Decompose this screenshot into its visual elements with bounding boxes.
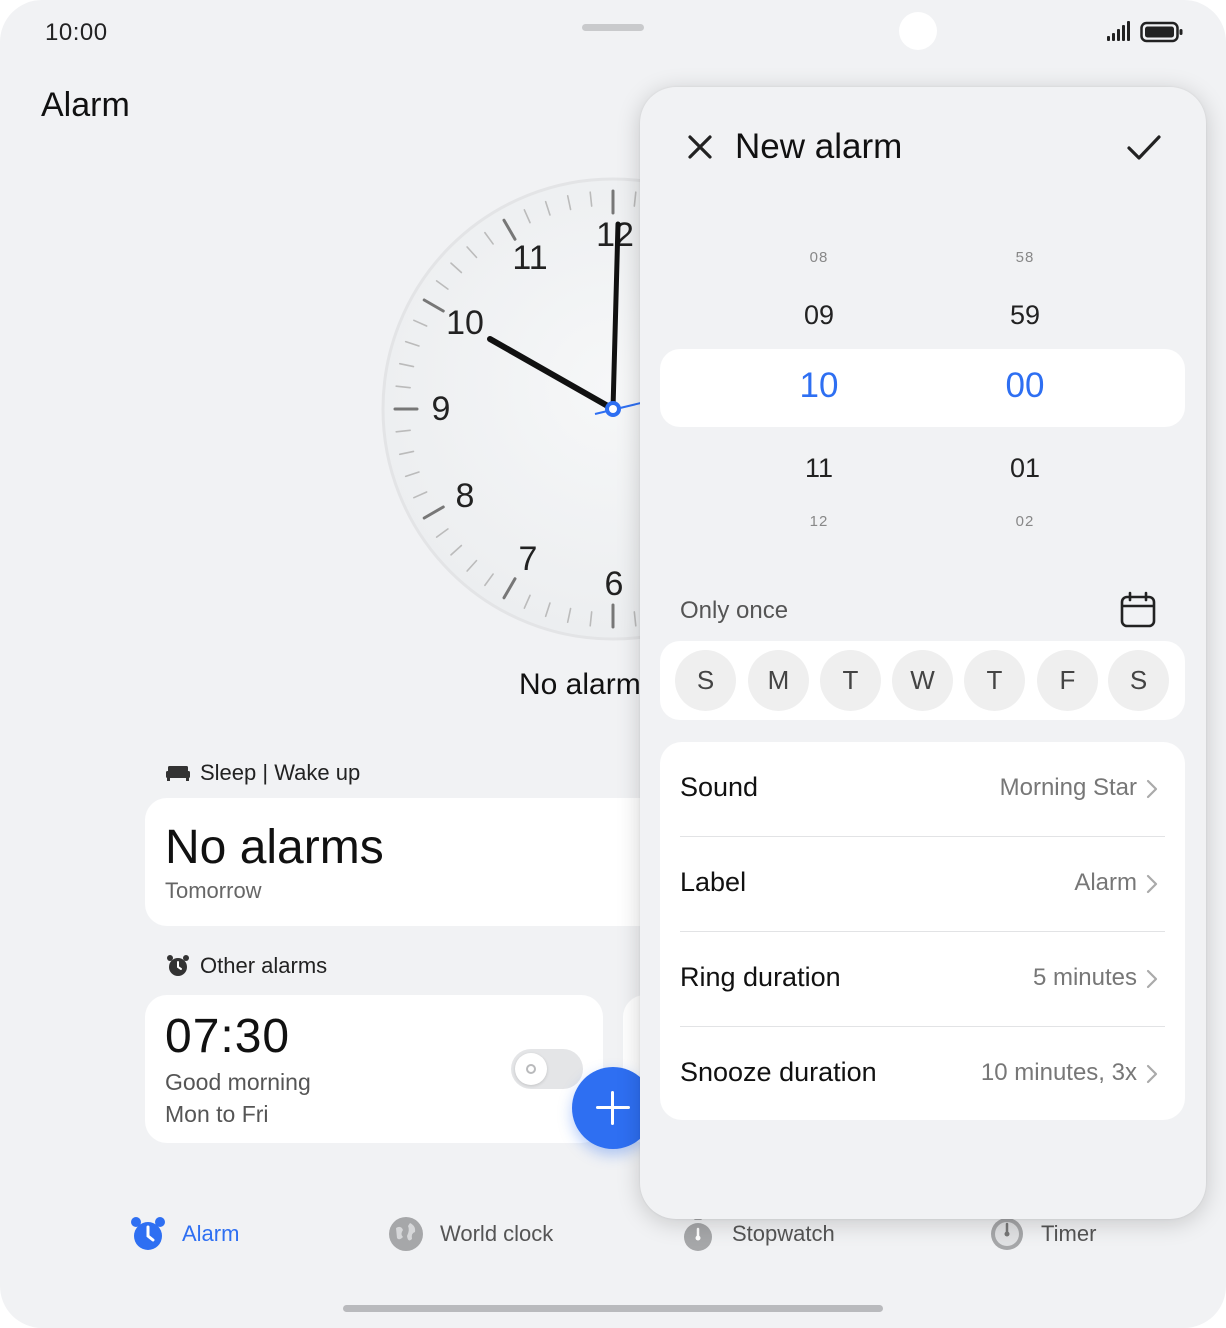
nav-label: Timer xyxy=(1041,1221,1097,1246)
timer-icon xyxy=(991,1218,1023,1250)
sleep-section-text: Sleep | Wake up xyxy=(200,760,361,785)
alarm-days: Mon to Fri xyxy=(165,1101,269,1127)
alarm-clock-icon xyxy=(167,955,189,976)
day-tuesday[interactable]: T xyxy=(820,650,881,711)
weekday-selector: S M T W T F S xyxy=(660,641,1185,720)
other-alarms-section-text: Other alarms xyxy=(200,953,328,978)
battery-icon xyxy=(1140,21,1183,43)
clock-numeral-10: 10 xyxy=(446,304,484,342)
chevron-right-icon xyxy=(1146,969,1158,989)
nav-label: Alarm xyxy=(182,1221,240,1246)
alarm-time: 07:30 xyxy=(165,1010,291,1063)
setting-value: 10 minutes, 3x xyxy=(980,1059,1137,1086)
clock-numeral-9: 9 xyxy=(432,390,451,428)
day-thursday[interactable]: T xyxy=(964,650,1025,711)
clock-caption: No alarm xyxy=(519,668,641,701)
stopwatch-icon xyxy=(684,1216,712,1251)
setting-row-sound[interactable]: Sound Morning Star xyxy=(680,742,1165,837)
alarm-toggle[interactable] xyxy=(511,1049,583,1089)
minute-option[interactable]: 02 xyxy=(965,513,1085,530)
hour-option[interactable]: 11 xyxy=(759,453,879,484)
page-title: Alarm xyxy=(41,86,130,124)
hour-option[interactable]: 12 xyxy=(759,513,879,530)
setting-label: Ring duration xyxy=(680,962,841,992)
setting-label: Snooze duration xyxy=(680,1057,877,1087)
repeat-label: Only once xyxy=(680,597,789,624)
alarm-clock-icon xyxy=(131,1217,165,1250)
other-alarms-section-label: Other alarms xyxy=(166,953,327,979)
minute-selected[interactable]: 00 xyxy=(965,366,1085,406)
chevron-right-icon xyxy=(1146,779,1158,799)
minute-option[interactable]: 01 xyxy=(965,453,1085,484)
sleep-card-subtitle: Tomorrow xyxy=(165,878,262,903)
setting-row-ring-duration[interactable]: Ring duration 5 minutes xyxy=(680,932,1165,1027)
front-camera xyxy=(899,12,937,50)
day-saturday[interactable]: S xyxy=(1108,650,1169,711)
signal-icon xyxy=(1107,21,1130,41)
close-icon[interactable] xyxy=(682,129,718,165)
day-friday[interactable]: F xyxy=(1037,650,1098,711)
setting-value: Morning Star xyxy=(999,774,1137,801)
nav-tab-timer[interactable]: Timer xyxy=(989,1216,1096,1252)
globe-icon xyxy=(389,1217,423,1251)
clock-numeral-8: 8 xyxy=(456,477,475,515)
calendar-icon[interactable] xyxy=(1118,590,1158,630)
setting-value: 5 minutes xyxy=(1032,964,1137,991)
check-icon[interactable] xyxy=(1124,129,1164,165)
nav-label: Stopwatch xyxy=(732,1221,835,1246)
toggle-knob xyxy=(515,1053,547,1085)
hour-selected[interactable]: 10 xyxy=(759,366,879,406)
hour-option[interactable]: 08 xyxy=(759,249,879,266)
bed-icon xyxy=(166,766,190,781)
nav-tab-stopwatch[interactable]: Stopwatch xyxy=(680,1216,835,1252)
setting-row-snooze-duration[interactable]: Snooze duration 10 minutes, 3x xyxy=(680,1027,1165,1122)
chevron-right-icon xyxy=(1146,1064,1158,1084)
new-alarm-panel: New alarm 08 09 10 11 12 58 59 00 01 02 … xyxy=(640,87,1206,1219)
chevron-right-icon xyxy=(1146,874,1158,894)
setting-label: Sound xyxy=(680,772,759,802)
clock-numeral-6: 6 xyxy=(605,565,624,603)
alarm-name: Good morning xyxy=(165,1069,311,1095)
setting-row-label[interactable]: Label Alarm xyxy=(680,837,1165,932)
setting-value: Alarm xyxy=(1074,869,1137,896)
day-monday[interactable]: M xyxy=(748,650,809,711)
nav-label: World clock xyxy=(440,1221,554,1246)
home-indicator[interactable] xyxy=(343,1305,883,1312)
sleep-card-title: No alarms xyxy=(165,821,384,874)
clock-numeral-11: 11 xyxy=(512,239,547,277)
minute-option[interactable]: 59 xyxy=(965,300,1085,331)
sheet-title: New alarm xyxy=(735,127,903,166)
setting-label: Label xyxy=(680,867,747,897)
day-wednesday[interactable]: W xyxy=(892,650,953,711)
clock-numeral-7: 7 xyxy=(519,540,538,578)
nav-tab-world-clock[interactable]: World clock xyxy=(388,1216,553,1252)
alarm-app-screen: 10:00 Alarm 12 11 10 9 8 7 6 No alarm Sl… xyxy=(0,0,1226,1328)
status-time: 10:00 xyxy=(45,19,108,46)
alarm-item[interactable]: 07:30 Good morning Mon to Fri xyxy=(145,995,603,1143)
drag-handle xyxy=(582,24,644,31)
alarm-settings-list: Sound Morning Star Label Alarm Ring dura… xyxy=(660,742,1185,1120)
day-sunday[interactable]: S xyxy=(675,650,736,711)
time-picker-selection xyxy=(660,349,1185,427)
sleep-section-label: Sleep | Wake up xyxy=(166,760,360,786)
hour-option[interactable]: 09 xyxy=(759,300,879,331)
minute-option[interactable]: 58 xyxy=(965,249,1085,266)
nav-tab-alarm[interactable]: Alarm xyxy=(130,1216,239,1252)
